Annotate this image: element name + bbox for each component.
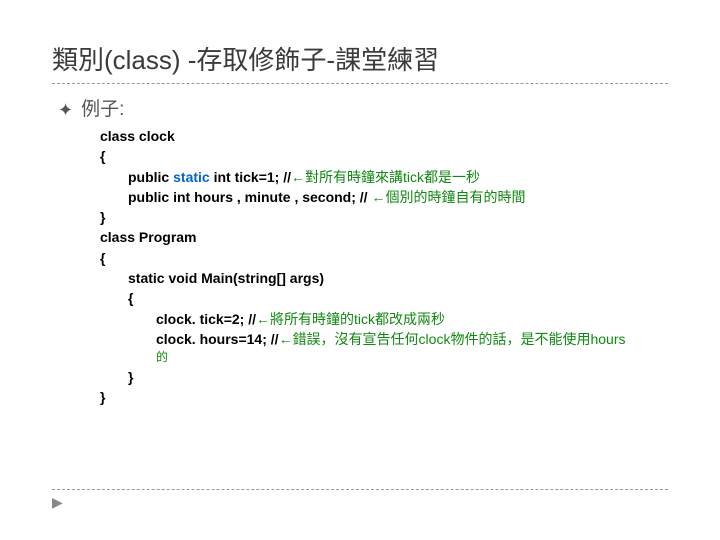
code-line: } xyxy=(100,207,668,227)
code-text: clock. hours=14; // xyxy=(156,331,279,347)
footer-divider: ▶ xyxy=(52,489,668,512)
code-line: static void Main(string[] args) xyxy=(100,268,668,288)
code-comment: ←個別的時鐘自有的時間 xyxy=(371,189,525,205)
code-line: { xyxy=(100,288,668,308)
code-line: class Program xyxy=(100,227,668,247)
code-line: { xyxy=(100,146,668,166)
code-line: public static int tick=1; //←對所有時鐘來講tick… xyxy=(100,167,668,187)
next-arrow-icon: ▶ xyxy=(52,494,63,510)
code-block: class clock { public static int tick=1; … xyxy=(100,126,668,407)
code-line: } xyxy=(100,387,668,407)
code-line: public int hours , minute , second; // ←… xyxy=(100,187,668,207)
keyword-static: static xyxy=(173,169,210,185)
bullet-icon: ✦ xyxy=(58,98,73,122)
slide: 類別(class) -存取修飾子-課堂練習 ✦ 例子: class clock … xyxy=(0,0,720,427)
bullet-text: 例子: xyxy=(81,98,124,122)
code-line: class clock xyxy=(100,126,668,146)
code-line: { xyxy=(100,248,668,268)
code-comment: ←錯誤，沒有宣告任何clock物件的話，是不能使用hours xyxy=(279,331,626,347)
code-comment: ←對所有時鐘來講tick都是一秒 xyxy=(291,169,480,185)
code-text: clock. tick=2; // xyxy=(156,311,256,327)
code-line: clock. hours=14; //←錯誤，沒有宣告任何clock物件的話，是… xyxy=(100,329,668,349)
code-text: public int hours , minute , second; // xyxy=(128,189,371,205)
code-comment: 的 xyxy=(100,349,668,366)
code-comment: ←將所有時鐘的tick都改成兩秒 xyxy=(256,311,445,327)
code-line: } xyxy=(100,367,668,387)
code-text: public xyxy=(128,169,173,185)
bullet-item: ✦ 例子: xyxy=(58,98,668,122)
code-text: int tick=1; // xyxy=(210,169,291,185)
code-line: clock. tick=2; //←將所有時鐘的tick都改成兩秒 xyxy=(100,309,668,329)
slide-title: 類別(class) -存取修飾子-課堂練習 xyxy=(52,40,668,84)
